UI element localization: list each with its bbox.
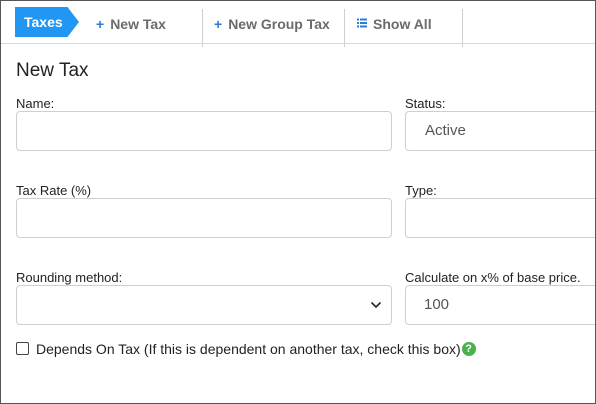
calculate-on-input[interactable]: 100: [405, 285, 595, 325]
depends-on-tax-checkbox[interactable]: [16, 341, 29, 355]
page-title: New Tax: [16, 60, 89, 81]
depends-on-tax-row: Depends On Tax (If this is dependent on …: [16, 341, 476, 357]
type-label: Type:: [405, 183, 437, 198]
rounding-method-select[interactable]: [16, 285, 392, 325]
app-window: Taxes + New Tax + New Group Tax Show All N…: [0, 0, 596, 404]
rounding-method-label: Rounding method:: [16, 270, 123, 285]
status-label: Status:: [405, 96, 446, 111]
help-icon[interactable]: ?: [461, 342, 476, 357]
show-all-label: Show All: [373, 16, 432, 32]
toolbar: Taxes + New Tax + New Group Tax Show All: [1, 5, 595, 47]
list-icon: [357, 18, 367, 28]
plus-icon: +: [96, 16, 105, 32]
plus-icon: +: [214, 16, 223, 32]
new-group-tax-label: New Group Tax: [228, 16, 330, 32]
name-label: Name:: [16, 96, 55, 111]
name-input[interactable]: [16, 111, 392, 151]
new-tax-button[interactable]: + New Tax: [96, 7, 166, 41]
chevron-down-icon: [371, 302, 381, 308]
status-field[interactable]: Active: [405, 111, 595, 151]
calculate-on-label: Calculate on x% of base price.: [405, 270, 581, 285]
type-field[interactable]: [405, 198, 595, 238]
new-tax-label: New Tax: [110, 16, 166, 32]
toolbar-divider: [462, 9, 463, 47]
breadcrumb-taxes[interactable]: Taxes: [15, 7, 79, 37]
toolbar-divider: [344, 9, 345, 47]
show-all-button[interactable]: Show All: [357, 7, 432, 41]
toolbar-divider: [202, 9, 203, 47]
new-group-tax-button[interactable]: + New Group Tax: [214, 7, 330, 41]
depends-on-tax-label: Depends On Tax (If this is dependent on …: [36, 341, 461, 357]
tax-rate-label: Tax Rate (%): [16, 183, 92, 198]
tax-rate-input[interactable]: [16, 198, 392, 238]
